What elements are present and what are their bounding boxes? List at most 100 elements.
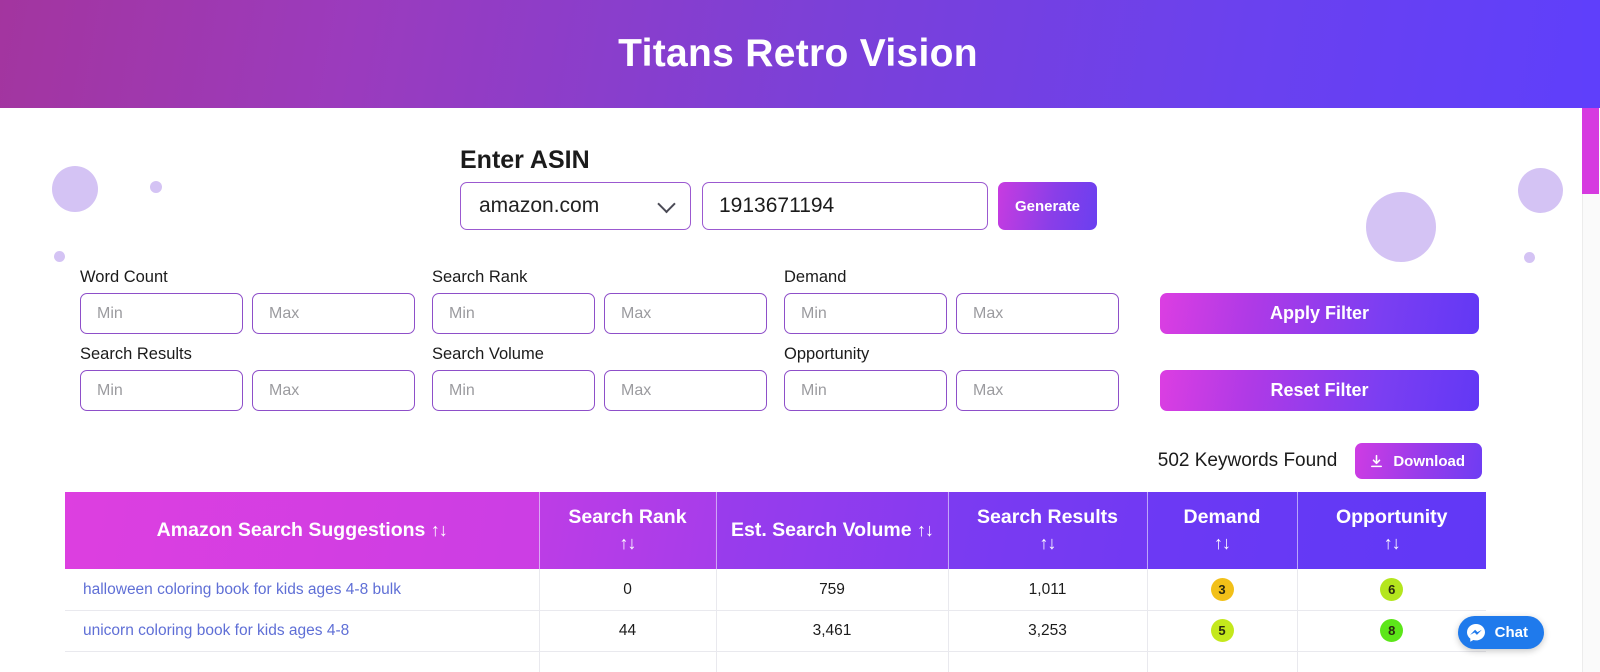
table-row[interactable] xyxy=(65,651,1486,672)
filter-group-search-rank: Search Rank xyxy=(432,268,784,334)
search-results-min-input[interactable] xyxy=(80,370,243,411)
column-header-search-rank[interactable]: Search Rank ↑↓ xyxy=(539,492,717,570)
opportunity-badge: 8 xyxy=(1380,619,1404,643)
asin-input-row: amazon.com Generate xyxy=(460,182,1097,230)
asin-label: Enter ASIN xyxy=(460,146,590,174)
cell-search-volume: 759 xyxy=(716,569,949,611)
search-results-max-input[interactable] xyxy=(252,370,415,411)
word-count-max-input[interactable] xyxy=(252,293,415,334)
cell-demand xyxy=(1147,651,1298,672)
apply-filter-button[interactable]: Apply Filter xyxy=(1160,293,1479,334)
cell-demand: 3 xyxy=(1147,569,1298,611)
cell-search-rank: 44 xyxy=(539,610,717,652)
filter-group-opportunity: Opportunity xyxy=(784,345,1136,411)
sort-arrows-icon[interactable]: ↑↓ xyxy=(1040,533,1057,553)
app-page: Titans Retro Vision Enter ASIN amazon.co… xyxy=(0,0,1600,672)
column-header-amazon-search-suggestions[interactable]: Amazon Search Suggestions ↑↓ xyxy=(65,492,540,570)
search-rank-min-input[interactable] xyxy=(432,293,595,334)
table-row[interactable]: halloween coloring book for kids ages 4-… xyxy=(65,569,1486,611)
filter-row-1: Word Count Search Rank Demand xyxy=(80,268,1479,334)
download-button[interactable]: Download xyxy=(1355,443,1482,479)
filter-row-2: Search Results Search Volume Opportunity xyxy=(80,345,1479,411)
decor-circle-icon xyxy=(1366,192,1436,262)
column-header-opportunity[interactable]: Opportunity ↑↓ xyxy=(1297,492,1486,570)
keywords-found-count: 502 Keywords Found xyxy=(1157,450,1338,471)
decor-circle-icon xyxy=(1518,168,1563,213)
column-header-label: Amazon Search Suggestions xyxy=(156,518,426,541)
sort-arrows-icon[interactable]: ↑↓ xyxy=(1214,533,1231,553)
keyword-link[interactable]: unicorn coloring book for kids ages 4-8 xyxy=(65,610,540,652)
reset-filter-button[interactable]: Reset Filter xyxy=(1160,370,1479,411)
filter-group-demand: Demand xyxy=(784,268,1136,334)
filters-section: Word Count Search Rank Demand xyxy=(80,268,1479,411)
decor-circle-icon xyxy=(54,251,65,262)
column-header-label: Opportunity xyxy=(1335,506,1448,528)
marketplace-select[interactable]: amazon.com xyxy=(460,182,691,230)
demand-badge: 5 xyxy=(1210,619,1234,643)
sort-arrows-icon[interactable]: ↑↓ xyxy=(1384,533,1401,553)
table-header-row: Amazon Search Suggestions ↑↓ Search Rank… xyxy=(65,492,1486,570)
messenger-chat-button[interactable]: Chat xyxy=(1457,616,1544,649)
column-header-label: Demand xyxy=(1183,506,1261,528)
column-header-label: Search Results xyxy=(977,506,1118,528)
page-scrollbar-track[interactable] xyxy=(1582,0,1600,672)
asin-input[interactable] xyxy=(702,182,988,230)
filter-label: Search Results xyxy=(80,345,192,363)
generate-button[interactable]: Generate xyxy=(998,182,1097,230)
filter-label: Opportunity xyxy=(784,345,870,363)
sort-arrows-icon[interactable]: ↑↓ xyxy=(431,520,448,540)
keyword-link[interactable] xyxy=(65,651,540,672)
table-row[interactable]: unicorn coloring book for kids ages 4-8 … xyxy=(65,610,1486,652)
filter-group-search-results: Search Results xyxy=(80,345,432,411)
filter-label: Search Volume xyxy=(432,345,544,363)
opportunity-max-input[interactable] xyxy=(956,370,1119,411)
column-header-label: Search Rank xyxy=(568,506,687,528)
cell-opportunity: 6 xyxy=(1297,569,1486,611)
cell-opportunity xyxy=(1297,651,1486,672)
app-header: Titans Retro Vision xyxy=(0,0,1596,108)
filter-label: Search Rank xyxy=(432,268,528,286)
demand-min-input[interactable] xyxy=(784,293,947,334)
apply-filter-cell: Apply Filter xyxy=(1136,268,1479,334)
demand-badge: 3 xyxy=(1210,578,1234,602)
column-header-est-search-volume[interactable]: Est. Search Volume ↑↓ xyxy=(716,492,949,570)
cell-search-volume xyxy=(716,651,949,672)
page-scrollbar-thumb[interactable] xyxy=(1582,108,1599,194)
decor-circle-icon xyxy=(1524,252,1535,263)
scrollbar-header-overlay xyxy=(1582,0,1600,108)
cell-search-rank: 0 xyxy=(539,569,717,611)
filter-label: Word Count xyxy=(80,268,168,286)
column-header-search-results[interactable]: Search Results ↑↓ xyxy=(948,492,1148,570)
results-summary-bar: 502 Keywords Found Download xyxy=(1158,443,1482,479)
opportunity-min-input[interactable] xyxy=(784,370,947,411)
word-count-min-input[interactable] xyxy=(80,293,243,334)
search-volume-min-input[interactable] xyxy=(432,370,595,411)
column-header-label: Est. Search Volume xyxy=(730,518,912,541)
keywords-table-wrapper: Amazon Search Suggestions ↑↓ Search Rank… xyxy=(65,492,1486,672)
filter-label: Demand xyxy=(784,268,847,286)
page-title: Titans Retro Vision xyxy=(618,32,978,75)
keywords-table: Amazon Search Suggestions ↑↓ Search Rank… xyxy=(65,492,1486,672)
cell-search-results xyxy=(948,651,1148,672)
filter-group-search-volume: Search Volume xyxy=(432,345,784,411)
cell-search-results: 3,253 xyxy=(948,610,1148,652)
download-button-label: Download xyxy=(1393,452,1465,470)
chevron-down-icon xyxy=(657,194,676,214)
download-icon xyxy=(1369,454,1384,469)
cell-search-rank xyxy=(539,651,717,672)
opportunity-badge: 6 xyxy=(1380,578,1404,602)
keyword-link[interactable]: halloween coloring book for kids ages 4-… xyxy=(65,569,540,611)
reset-filter-cell: Reset Filter xyxy=(1136,345,1479,411)
sort-arrows-icon[interactable]: ↑↓ xyxy=(917,520,934,540)
table-body: halloween coloring book for kids ages 4-… xyxy=(65,569,1486,672)
asin-entry-section: Enter ASIN amazon.com Generate xyxy=(460,146,1097,230)
column-header-demand[interactable]: Demand ↑↓ xyxy=(1147,492,1298,570)
cell-search-results: 1,011 xyxy=(948,569,1148,611)
demand-max-input[interactable] xyxy=(956,293,1119,334)
cell-demand: 5 xyxy=(1147,610,1298,652)
sort-arrows-icon[interactable]: ↑↓ xyxy=(620,533,637,553)
chat-button-label: Chat xyxy=(1494,624,1528,641)
search-rank-max-input[interactable] xyxy=(604,293,767,334)
decor-circle-icon xyxy=(150,181,162,193)
search-volume-max-input[interactable] xyxy=(604,370,767,411)
